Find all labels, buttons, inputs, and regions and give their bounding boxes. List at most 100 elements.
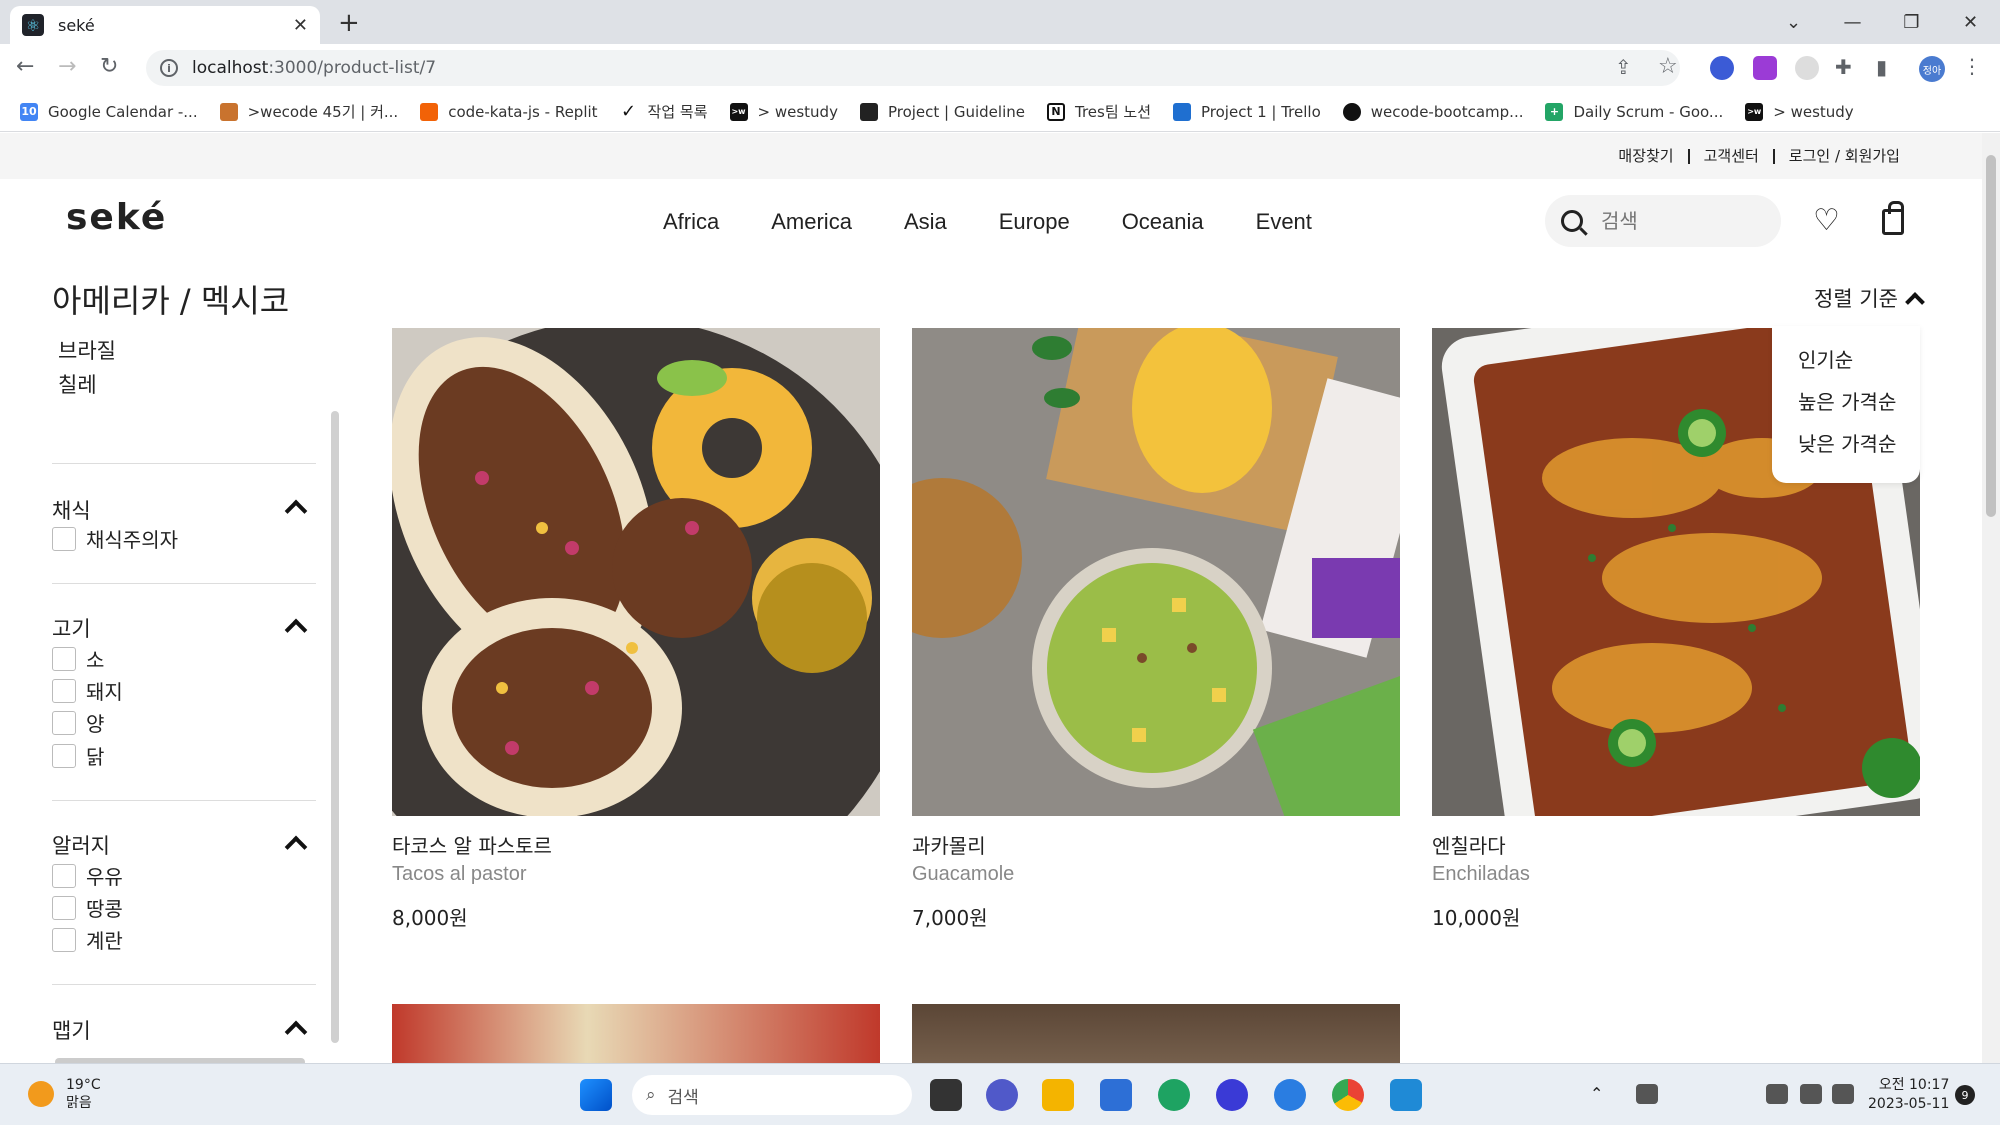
extension-3-icon[interactable] <box>1795 56 1819 80</box>
filter-option[interactable]: 소 <box>52 644 104 673</box>
checkbox[interactable] <box>52 646 76 671</box>
filter-option[interactable]: 양 <box>52 708 104 737</box>
site-info-icon[interactable]: i <box>160 59 178 77</box>
bookmark-star-icon[interactable]: ☆ <box>1658 54 1678 79</box>
checkbox[interactable] <box>52 526 76 551</box>
chevron-up-icon[interactable] <box>284 618 308 642</box>
product-image[interactable] <box>912 328 1400 816</box>
extension-2-icon[interactable] <box>1753 56 1777 80</box>
product-card[interactable] <box>392 1004 880 1063</box>
site-logo[interactable]: seké <box>66 197 167 238</box>
subcategory-brazil[interactable]: 브라질 <box>58 335 116 365</box>
address-bar[interactable]: i localhost:3000/product-list/7 <box>146 50 1680 86</box>
wifi-icon[interactable] <box>1766 1084 1788 1104</box>
cloud-icon[interactable] <box>1636 1084 1658 1104</box>
volume-icon[interactable] <box>1800 1084 1822 1104</box>
sort-price-low[interactable]: 낮은 가격순 <box>1798 428 1920 457</box>
sort-popular[interactable]: 인기순 <box>1798 344 1920 373</box>
checkbox[interactable] <box>52 743 76 768</box>
scrollbar-thumb[interactable] <box>1986 155 1996 517</box>
file-explorer-icon[interactable] <box>1042 1079 1074 1111</box>
chevron-up-icon[interactable] <box>284 835 308 859</box>
subcategory-chile[interactable]: 칠레 <box>58 369 97 399</box>
bookmark-item[interactable]: + Daily Scrum - Goo... <box>1545 102 1723 121</box>
bookmark-item[interactable]: ✓ 작업 목록 <box>619 101 708 122</box>
filter-option[interactable]: 닭 <box>52 741 104 770</box>
side-panel-icon[interactable]: ▮ <box>1876 55 1887 79</box>
bookmark-item[interactable]: 10 Google Calendar -... <box>20 102 198 121</box>
product-card[interactable]: 과카몰리 Guacamole 7,000원 <box>912 328 1400 931</box>
store-icon[interactable] <box>1100 1079 1132 1111</box>
edge-icon[interactable] <box>1158 1079 1190 1111</box>
checkbox[interactable] <box>52 895 76 920</box>
customer-center-link[interactable]: 고객센터 <box>1690 148 1775 164</box>
shopping-bag-icon[interactable] <box>1882 201 1904 235</box>
product-card[interactable] <box>912 1004 1400 1063</box>
app-icon[interactable] <box>1216 1079 1248 1111</box>
filter-option[interactable]: 채식주의자 <box>52 524 178 553</box>
close-tab-icon[interactable]: ✕ <box>293 15 308 36</box>
filter-option[interactable]: 계란 <box>52 925 123 954</box>
search-icon[interactable] <box>1561 210 1583 232</box>
browser-tab[interactable]: ⚛ seké ✕ <box>10 6 320 44</box>
bookmark-item[interactable]: >wecode 45기 | 커... <box>219 101 398 122</box>
weather-widget[interactable]: 19°C 맑음 <box>28 1076 101 1112</box>
nav-europe[interactable]: Europe <box>999 209 1070 235</box>
chrome-icon[interactable] <box>1332 1079 1364 1111</box>
bookmark-item[interactable]: >w > westudy <box>729 102 838 121</box>
wishlist-heart-icon[interactable]: ♡ <box>1813 203 1840 238</box>
filter-option[interactable]: 우유 <box>52 861 123 890</box>
nav-event[interactable]: Event <box>1256 209 1312 235</box>
clock[interactable]: 오전 10:17 2023-05-11 <box>1868 1076 1949 1114</box>
notification-badge[interactable]: 9 <box>1955 1085 1975 1105</box>
extension-1-icon[interactable] <box>1710 56 1734 80</box>
store-locator-link[interactable]: 매장찾기 <box>1604 148 1690 164</box>
nav-asia[interactable]: Asia <box>904 209 947 235</box>
nav-oceania[interactable]: Oceania <box>1122 209 1204 235</box>
bookmark-item[interactable]: N Tres팀 노션 <box>1046 101 1151 122</box>
taskbar-search[interactable]: ⌕ 검색 <box>632 1075 912 1115</box>
back-icon[interactable]: ← <box>16 54 34 79</box>
nav-america[interactable]: America <box>771 209 852 235</box>
task-view-icon[interactable] <box>930 1079 962 1111</box>
bookmark-item[interactable]: >w > westudy <box>1745 102 1854 121</box>
chevron-up-icon[interactable] <box>284 499 308 523</box>
checkbox[interactable] <box>52 863 76 888</box>
page-scrollbar[interactable] <box>1982 133 2000 1063</box>
bookmark-item[interactable]: Project 1 | Trello <box>1173 102 1321 121</box>
menu-icon[interactable]: ⋮ <box>1962 54 1982 78</box>
sidebar-scrollbar[interactable] <box>331 411 339 1043</box>
product-image[interactable] <box>912 1004 1400 1063</box>
product-image[interactable] <box>392 328 880 816</box>
teams-chat-icon[interactable] <box>986 1079 1018 1111</box>
reload-icon[interactable]: ↻ <box>100 54 118 79</box>
checkbox[interactable] <box>52 710 76 735</box>
vscode-icon[interactable] <box>1390 1079 1422 1111</box>
bookmark-item[interactable]: wecode-bootcamp... <box>1342 102 1523 121</box>
new-tab-icon[interactable]: + <box>338 8 360 38</box>
windows-start-icon[interactable] <box>580 1079 612 1111</box>
filter-option[interactable]: 돼지 <box>52 676 123 705</box>
checkbox[interactable] <box>52 678 76 703</box>
profile-avatar[interactable]: 정아 <box>1919 56 1945 82</box>
battery-icon[interactable] <box>1832 1084 1854 1104</box>
product-card[interactable]: 타코스 알 파스토르 Tacos al pastor 8,000원 <box>392 328 880 931</box>
sort-toggle[interactable]: 정렬 기준 <box>1814 283 1925 313</box>
close-window-icon[interactable]: ✕ <box>1941 0 2000 44</box>
bing-icon[interactable] <box>1274 1079 1306 1111</box>
minimize-icon[interactable]: — <box>1823 0 1882 44</box>
forward-icon[interactable]: → <box>58 54 76 79</box>
sort-price-high[interactable]: 높은 가격순 <box>1798 386 1920 415</box>
bookmark-item[interactable]: code-kata-js - Replit <box>420 102 598 121</box>
tab-search-icon[interactable]: ⌄ <box>1764 0 1823 44</box>
checkbox[interactable] <box>52 927 76 952</box>
maximize-icon[interactable]: ❐ <box>1882 0 1941 44</box>
login-signup-link[interactable]: 로그인 / 회원가입 <box>1775 148 1914 164</box>
extensions-puzzle-icon[interactable]: ✚ <box>1835 55 1852 79</box>
product-image[interactable] <box>392 1004 880 1063</box>
search-input[interactable] <box>1601 209 1751 233</box>
share-icon[interactable]: ⇪ <box>1615 55 1632 79</box>
filter-option[interactable]: 땅콩 <box>52 893 123 922</box>
chevron-up-icon[interactable] <box>284 1020 308 1044</box>
nav-africa[interactable]: Africa <box>663 209 719 235</box>
